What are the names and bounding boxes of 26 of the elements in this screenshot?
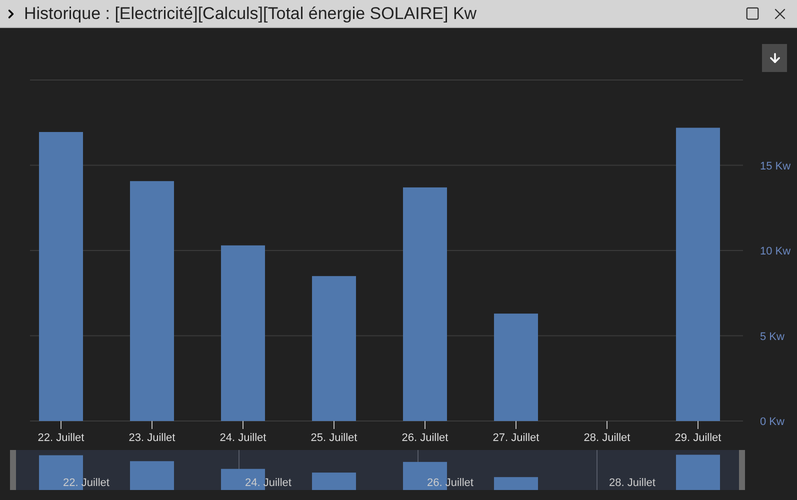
navigator-bar [676, 454, 720, 490]
maximize-icon [744, 6, 760, 21]
navigator-handle[interactable] [739, 450, 745, 490]
axis-label: 28. Juillet [584, 432, 630, 444]
axis-label: 25. Juillet [310, 432, 358, 444]
download-button[interactable] [762, 44, 787, 72]
navigator-bar [403, 462, 447, 490]
navigator-bar [221, 468, 265, 490]
navigator-bar [312, 472, 356, 490]
axis-label: 10 Kw [760, 246, 791, 258]
navigator-handle[interactable] [10, 450, 16, 490]
navigator-bar [494, 477, 538, 490]
axis-label: 0 Kw [760, 416, 784, 428]
window-title: Historique : [Electricité][Calculs][Total énergie SOLAIRE] Kw [24, 2, 478, 25]
axis-label: 24. Juillet [220, 432, 266, 444]
axis-label: 22. Juillet [38, 432, 84, 444]
axis-label: 26. Juillet [402, 432, 448, 444]
axis-label: 23. Juillet [128, 432, 176, 444]
axis-label: 15 Kw [760, 160, 791, 172]
navigator-bar [39, 455, 83, 490]
download-icon [768, 51, 782, 65]
axis-label: 5 Kw [760, 330, 784, 343]
navigator-label: 28. Juillet [609, 477, 656, 489]
axis-label: 29. Juillet [674, 432, 722, 444]
navigator-bar [130, 461, 174, 490]
axis-label: 27. Juillet [492, 432, 540, 444]
